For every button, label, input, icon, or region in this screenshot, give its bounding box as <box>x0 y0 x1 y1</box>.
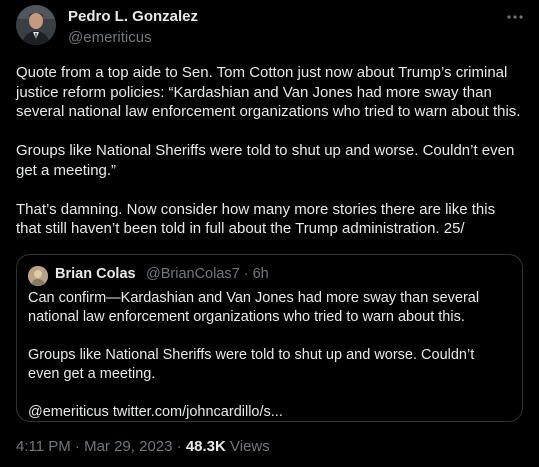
more-horizontal-icon <box>507 14 523 20</box>
tweet-paragraph: That’s damning. Now consider how many mo… <box>16 200 496 238</box>
author-name[interactable]: Pedro L. Gonzalez <box>68 8 198 25</box>
quoted-paragraph: @emeriticus twitter.com/johncardillo/s..… <box>28 404 283 420</box>
tweet: Pedro L. Gonzalez @emeriticus Quote from… <box>0 0 539 467</box>
quoted-author-meta[interactable]: @BrianColas7 · 6h <box>146 266 269 282</box>
quoted-author-name[interactable]: Brian Colas <box>55 266 136 282</box>
quoted-tweet-text: Can confirm—Kardashian and Van Jones had… <box>28 289 508 422</box>
views-count: 48.3K <box>185 438 226 455</box>
author-avatar[interactable] <box>16 5 56 45</box>
views-label: Views <box>225 438 270 455</box>
author-handle[interactable]: @emeriticus <box>68 29 152 46</box>
quoted-author-avatar[interactable] <box>28 266 48 286</box>
tweet-timestamp[interactable]: 4:11 PM · Mar 29, 2023 · <box>16 438 186 455</box>
quoted-tweet-card[interactable]: Brian Colas @BrianColas7 · 6h Can confir… <box>16 254 523 422</box>
tweet-text: Quote from a top aide to Sen. Tom Cotton… <box>16 63 523 239</box>
tweet-paragraph: Quote from a top aide to Sen. Tom Cotton… <box>16 64 521 120</box>
tweet-paragraph: Groups like National Sheriffs were told … <box>16 142 515 179</box>
more-options-button[interactable] <box>503 8 527 26</box>
tweet-footer: 4:11 PM · Mar 29, 2023 · 48.3K Views <box>16 438 270 455</box>
quoted-paragraph: Can confirm—Kardashian and Van Jones had… <box>28 290 480 325</box>
quoted-paragraph: Groups like National Sheriffs were told … <box>28 347 475 382</box>
